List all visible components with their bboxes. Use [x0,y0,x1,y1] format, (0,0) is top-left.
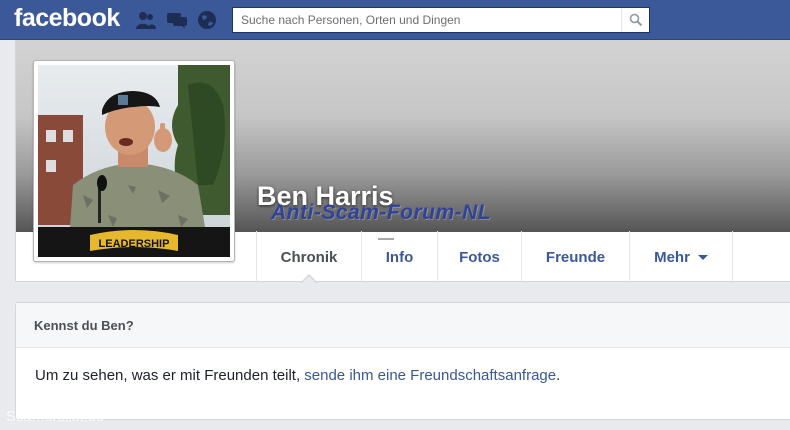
cover-watermark: Anti-Scam-Forum-NL [271,201,492,224]
tab-label: Mehr [654,248,690,266]
tab-label: Info [385,248,414,266]
know-person-card: Kennst du Ben? Um zu sehen, was er mit F… [15,302,790,420]
facebook-logo[interactable]: facebook [14,4,120,33]
profile-tabs: Chronik Info Fotos Freunde Mehr [256,231,733,284]
tab-label: Chronik [280,248,338,266]
tab-freunde[interactable]: Freunde [522,231,630,283]
top-bar: facebook [0,0,790,40]
search-input[interactable] [233,8,621,32]
tab-info[interactable]: Info [362,231,438,283]
messages-icon[interactable] [166,10,188,30]
tab-label: Fotos [459,248,500,266]
leadership-badge-text: LEADERSHIP [99,238,170,250]
tab-fotos[interactable]: Fotos [438,231,522,283]
notifications-globe-icon[interactable] [197,10,219,30]
card-text: Um zu sehen, was er mit Freunden teilt, [35,367,305,384]
site-watermark: Scamerslist.de [6,408,105,425]
search-icon [629,13,642,27]
tab-chronik[interactable]: Chronik [257,231,362,284]
chevron-down-icon [697,254,708,260]
search-button[interactable] [621,8,649,32]
card-title: Kennst du Ben? [16,303,790,348]
search-box [232,7,650,33]
profile-photo-image: LEADERSHIP [38,65,230,257]
card-suffix: . [556,367,561,384]
profile-picture[interactable]: LEADERSHIP [33,60,235,262]
friend-requests-icon[interactable] [135,10,157,30]
friend-request-link[interactable]: sende ihm eine Freundschaftsanfrage [304,367,556,384]
tab-label: Freunde [545,248,606,266]
card-body: Um zu sehen, was er mit Freunden teilt, … [16,348,790,384]
tab-marker [378,238,394,240]
tab-mehr[interactable]: Mehr [630,231,733,283]
